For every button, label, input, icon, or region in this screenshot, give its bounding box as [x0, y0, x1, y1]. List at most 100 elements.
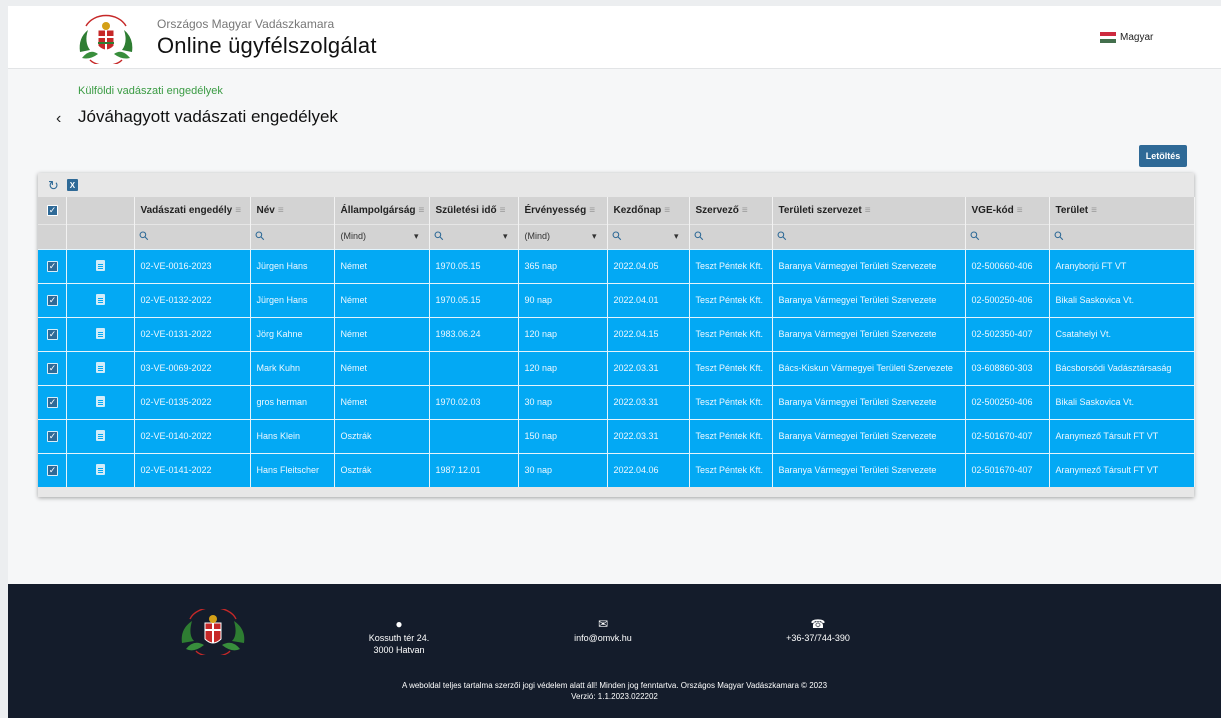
cell-name: Hans Klein — [250, 418, 335, 453]
filter-icon[interactable]: ≡ — [500, 205, 506, 216]
document-icon — [95, 327, 105, 339]
checked-icon: ✓ — [47, 294, 58, 306]
cell-startdate: 2022.04.06 — [607, 452, 690, 487]
filter-icon[interactable]: ≡ — [865, 205, 871, 216]
grid-toolbar: ↻ X — [38, 173, 1194, 197]
col-header-regional-org[interactable]: Területi szervezet ≡ — [772, 197, 966, 224]
organizer-filter[interactable]: ⚲ — [689, 223, 773, 249]
checked-icon: ✓ — [47, 464, 58, 476]
col-header-organizer[interactable]: Szervező ≡ — [689, 197, 773, 224]
cell-validity: 150 nap — [518, 418, 608, 453]
cell-startdate: 2022.03.31 — [607, 350, 690, 385]
validity-filter-select[interactable]: (Mind) ▾ — [518, 223, 608, 249]
col-header-license[interactable]: Vadászati engedély ≡ — [134, 197, 251, 224]
filter-icon[interactable]: ≡ — [1017, 205, 1023, 216]
cell-startdate: 2022.03.31 — [607, 418, 690, 453]
col-header-startdate[interactable]: Kezdőnap ≡ — [607, 197, 690, 224]
excel-export-icon[interactable]: X — [66, 179, 78, 191]
col-header-birthdate[interactable]: Születési idő ≡ — [429, 197, 519, 224]
startdate-filter[interactable]: ⚲ ▾ — [607, 223, 690, 249]
cell-birthdate: 1970.05.15 — [429, 248, 519, 283]
dropdown-arrow-icon: ▾ — [591, 231, 597, 241]
filter-icon[interactable]: ≡ — [742, 205, 748, 216]
download-button[interactable]: Letöltés — [1139, 145, 1187, 167]
table-row[interactable]: ✓ 02-VE-0016-2023 Jürgen Hans Német 1970.05.… — [38, 248, 1195, 283]
area-filter[interactable]: ⚲ — [1049, 223, 1195, 249]
table-row[interactable]: ✓ 03-VE-0069-2022 Mark Kuhn Német 120 nap 202… — [38, 350, 1195, 385]
filter-icon[interactable]: ≡ — [419, 205, 425, 216]
col-header-validity[interactable]: Érvényesség ≡ — [518, 197, 608, 224]
cell-startdate: 2022.04.15 — [607, 316, 690, 351]
cell-vge-code: 02-502350-407 — [965, 316, 1050, 351]
row-checkbox[interactable]: ✓ — [38, 350, 67, 385]
cell-license: 02-VE-0016-2023 — [134, 248, 251, 283]
filter-icon[interactable]: ≡ — [589, 205, 595, 216]
license-filter[interactable]: ⚲ — [134, 223, 251, 249]
breadcrumb[interactable]: Külföldi vadászati engedélyek — [78, 85, 223, 97]
regional-org-filter[interactable]: ⚲ — [772, 223, 966, 249]
cell-organizer: Teszt Péntek Kft. — [689, 350, 773, 385]
table-row[interactable]: ✓ 02-VE-0132-2022 Jürgen Hans Német 1970.05.… — [38, 282, 1195, 317]
row-document-button[interactable] — [66, 452, 135, 487]
cell-license: 02-VE-0141-2022 — [134, 452, 251, 487]
row-document-button[interactable] — [66, 350, 135, 385]
col-header-area[interactable]: Terület ≡ — [1049, 197, 1195, 224]
row-checkbox[interactable]: ✓ — [38, 384, 67, 419]
language-selector[interactable]: Magyar — [1100, 32, 1153, 44]
row-document-button[interactable] — [66, 418, 135, 453]
name-filter[interactable]: ⚲ — [250, 223, 335, 249]
cell-birthdate: 1970.02.03 — [429, 384, 519, 419]
footer-email[interactable]: ✉ info@omvk.hu — [558, 618, 648, 644]
cell-validity: 120 nap — [518, 350, 608, 385]
search-icon: ⚲ — [431, 228, 447, 245]
birthdate-filter[interactable]: ⚲ ▾ — [429, 223, 519, 249]
document-icon — [95, 395, 105, 407]
filter-icon[interactable]: ≡ — [278, 205, 284, 216]
col-header-vge-code[interactable]: VGE-kód ≡ — [965, 197, 1050, 224]
filter-icon[interactable]: ≡ — [1091, 205, 1097, 216]
header-row: ✓ Vadászati engedély ≡ Név ≡ Állampolgársá… — [38, 197, 1195, 224]
table-row[interactable]: ✓ 02-VE-0131-2022 Jörg Kahne Német 1983.06.2… — [38, 316, 1195, 351]
row-checkbox[interactable]: ✓ — [38, 316, 67, 351]
filter-icon[interactable]: ≡ — [664, 205, 670, 216]
dropdown-arrow-icon: ▾ — [502, 231, 508, 241]
row-document-button[interactable] — [66, 282, 135, 317]
checked-icon: ✓ — [47, 430, 58, 442]
col-header-citizenship[interactable]: Állampolgárság ≡ — [334, 197, 430, 224]
row-document-button[interactable] — [66, 384, 135, 419]
table-row[interactable]: ✓ 02-VE-0135-2022 gros herman Német 1970.02.… — [38, 384, 1195, 419]
cell-area: Aranymező Társult FT VT — [1049, 452, 1195, 487]
table-row[interactable]: ✓ 02-VE-0140-2022 Hans Klein Osztrák 150 nap… — [38, 418, 1195, 453]
search-icon: ⚲ — [1051, 228, 1067, 245]
cell-citizenship: Német — [334, 248, 430, 283]
row-checkbox[interactable]: ✓ — [38, 418, 67, 453]
table-row[interactable]: ✓ 02-VE-0141-2022 Hans Fleitscher Osztrák 19… — [38, 452, 1195, 487]
cell-startdate: 2022.04.05 — [607, 248, 690, 283]
search-icon: ⚲ — [252, 228, 268, 245]
cell-validity: 30 nap — [518, 452, 608, 487]
cell-license: 02-VE-0132-2022 — [134, 282, 251, 317]
cell-birthdate: 1970.05.15 — [429, 282, 519, 317]
vge-code-filter[interactable]: ⚲ — [965, 223, 1050, 249]
filter-icon[interactable]: ≡ — [235, 205, 241, 216]
row-document-button[interactable] — [66, 248, 135, 283]
hungarian-flag-icon — [1100, 32, 1116, 44]
select-all-checkbox[interactable]: ✓ — [38, 197, 67, 224]
refresh-icon[interactable]: ↻ — [48, 179, 59, 192]
cell-birthdate — [429, 418, 519, 453]
document-icon — [95, 429, 105, 441]
footer-omvk-logo — [181, 609, 245, 655]
footer-version: Verzió: 1.1.2023.022202 — [571, 692, 658, 701]
back-chevron-icon[interactable]: ‹ — [56, 110, 61, 128]
cell-citizenship: Német — [334, 282, 430, 317]
cell-regional-org: Baranya Vármegyei Területi Szervezete — [772, 384, 966, 419]
row-checkbox[interactable]: ✓ — [38, 248, 67, 283]
citizenship-filter-select[interactable]: (Mind) ▾ — [334, 223, 430, 249]
phone-icon: ☎ — [810, 617, 826, 631]
row-checkbox[interactable]: ✓ — [38, 282, 67, 317]
row-document-button[interactable] — [66, 316, 135, 351]
cell-startdate: 2022.03.31 — [607, 384, 690, 419]
footer-phone[interactable]: ☎ +36-37/744-390 — [768, 618, 868, 644]
row-checkbox[interactable]: ✓ — [38, 452, 67, 487]
col-header-name[interactable]: Név ≡ — [250, 197, 335, 224]
